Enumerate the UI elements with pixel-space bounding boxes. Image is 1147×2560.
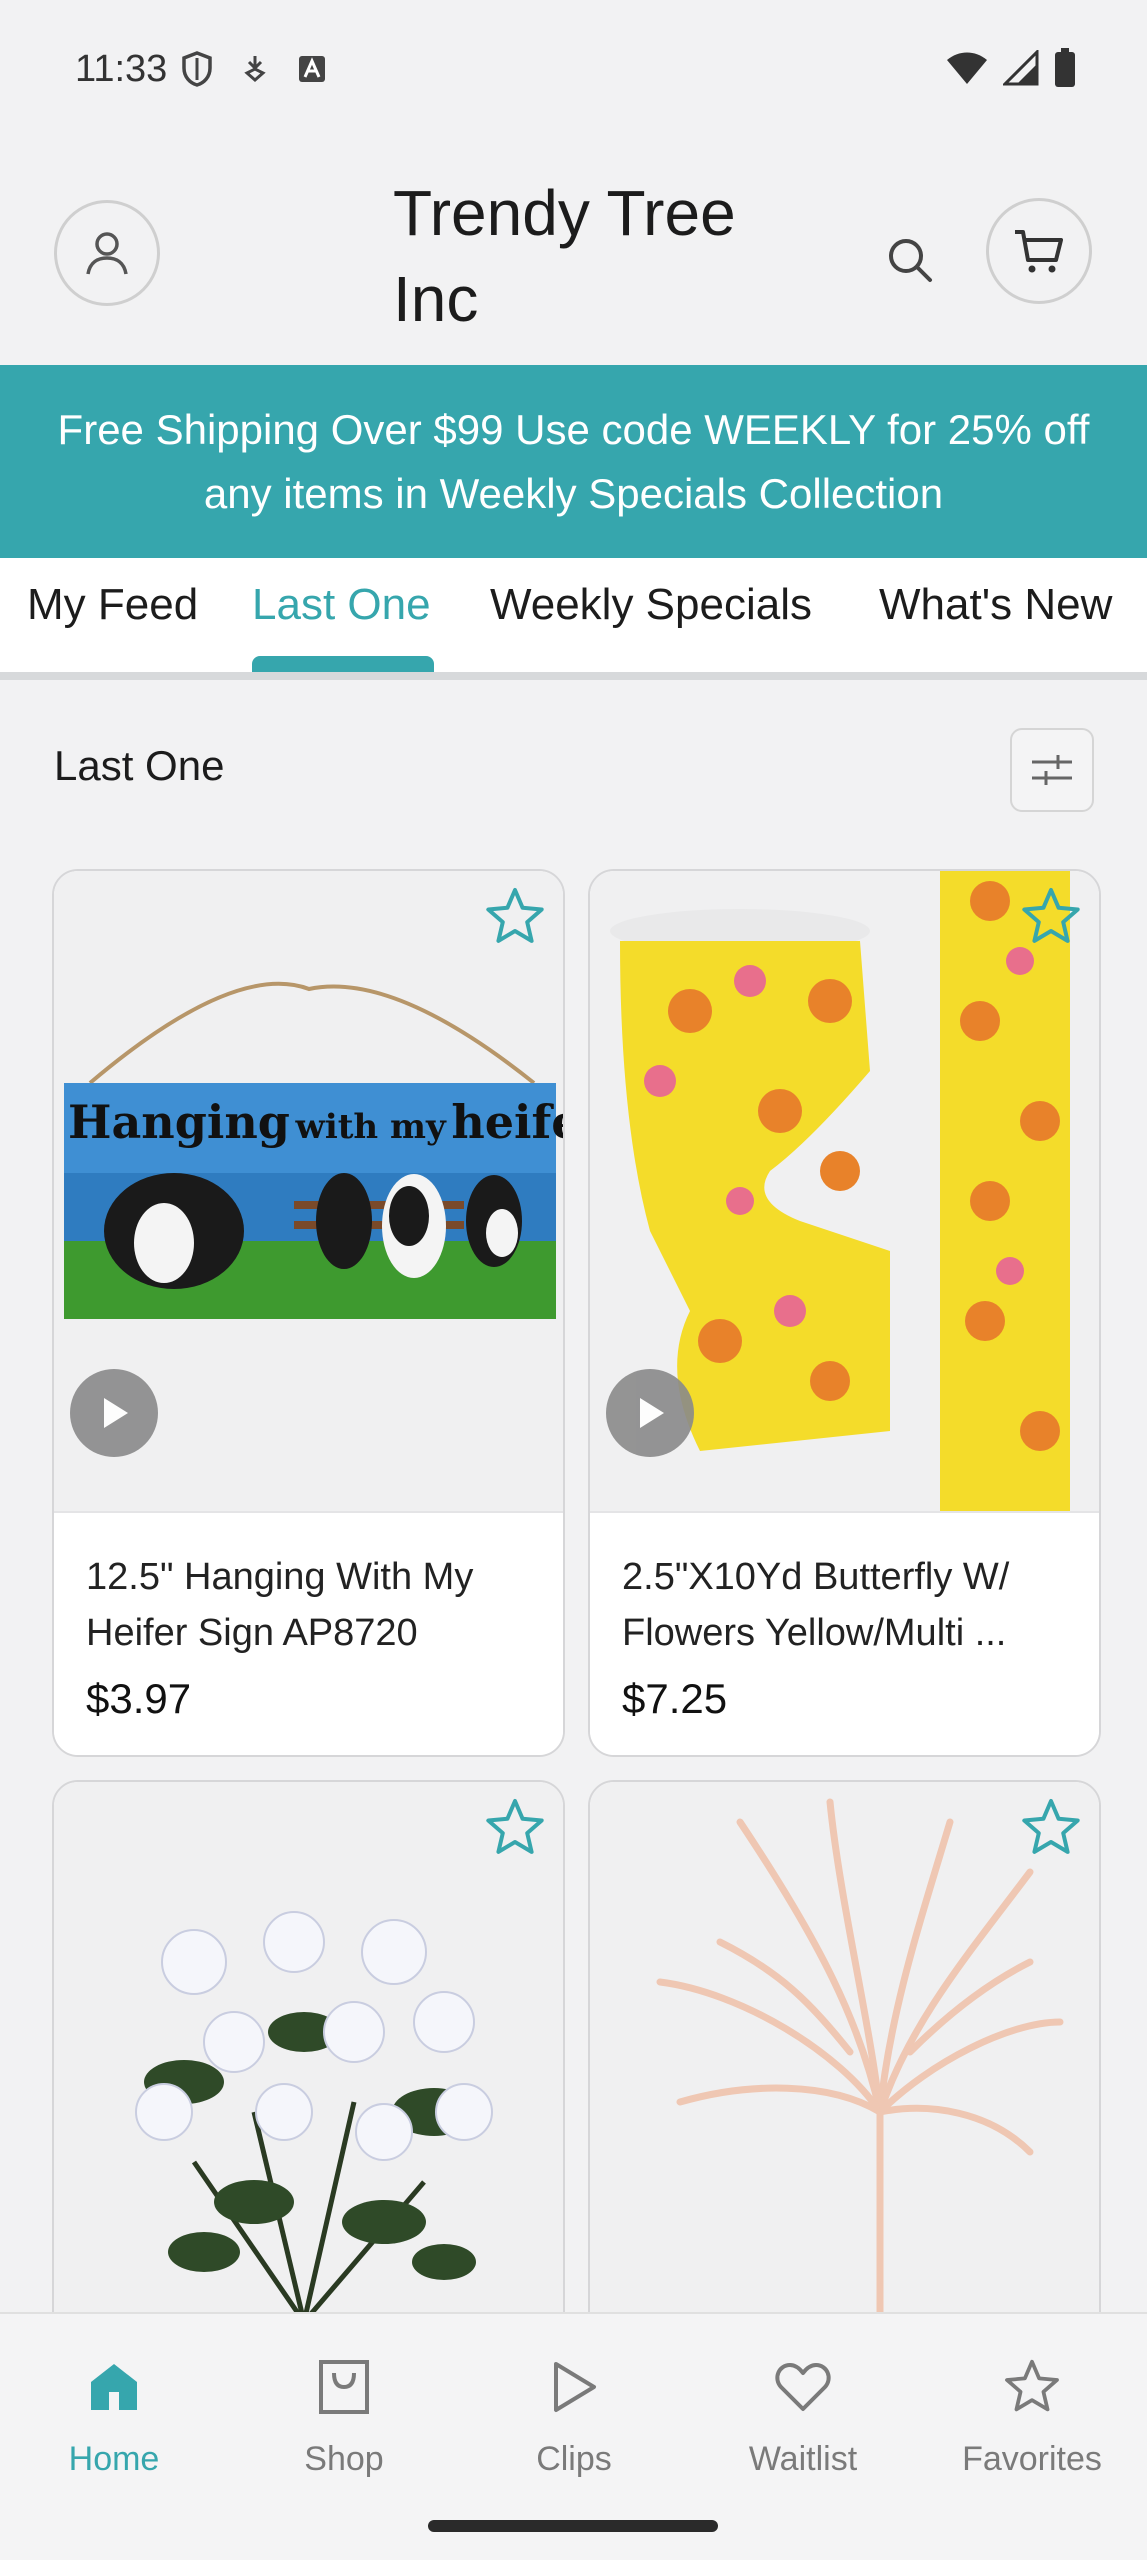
category-tabs: My Feed Last One Weekly Specials What's … xyxy=(0,558,1147,680)
active-tab-indicator xyxy=(252,656,434,672)
product-price: $3.97 xyxy=(86,1675,192,1722)
play-icon xyxy=(640,1398,664,1428)
product-info[interactable]: 2.5"X10Yd Butterfly W/ Flowers Yellow/Mu… xyxy=(590,1511,1099,1755)
product-image[interactable]: Hanging with my heifers xyxy=(54,871,563,1511)
tab-last-one[interactable]: Last One xyxy=(252,580,431,630)
favorite-star-icon[interactable] xyxy=(483,885,547,949)
account-button[interactable] xyxy=(54,200,160,306)
battery-icon xyxy=(1055,48,1075,87)
product-price: $7.25 xyxy=(622,1675,728,1722)
nav-waitlist-label: Waitlist xyxy=(748,2440,858,2478)
product-name: 12.5" Hanging With My Heifer Sign AP8720 xyxy=(86,1556,474,1654)
product-image[interactable] xyxy=(590,871,1099,1511)
nav-shop[interactable]: Shop xyxy=(244,2354,444,2479)
favorite-star-icon[interactable] xyxy=(1019,885,1083,949)
nav-waitlist[interactable]: Waitlist xyxy=(703,2354,903,2479)
product-image[interactable] xyxy=(590,1782,1099,2378)
favorite-star-icon[interactable] xyxy=(1019,1796,1083,1860)
product-card[interactable] xyxy=(588,1780,1101,2380)
product-info[interactable]: 12.5" Hanging With My Heifer Sign AP8720… xyxy=(54,1511,563,1755)
product-card[interactable]: 2.5"X10Yd Butterfly W/ Flowers Yellow/Mu… xyxy=(588,869,1101,1757)
nav-favorites[interactable]: Favorites xyxy=(932,2354,1132,2479)
sliders-icon xyxy=(1032,755,1072,785)
nav-home-label: Home xyxy=(68,2440,160,2478)
tab-whats-new[interactable]: What's New xyxy=(879,580,1112,630)
product-card[interactable]: Hanging with my heifers 12.5" Hanging Wi… xyxy=(52,869,565,1757)
nav-clips[interactable]: Clips xyxy=(474,2354,674,2479)
product-name: 2.5"X10Yd Butterfly W/ Flowers Yellow/Mu… xyxy=(622,1556,1010,1654)
nav-clips-label: Clips xyxy=(536,2440,612,2478)
filter-button[interactable] xyxy=(1010,728,1094,812)
favorite-star-icon[interactable] xyxy=(483,1796,547,1860)
bag-icon xyxy=(319,2360,369,2414)
flower-bush-image xyxy=(135,1911,493,2324)
product-image[interactable] xyxy=(54,1782,563,2378)
sign-text: Hanging with my heifers xyxy=(68,1095,563,1149)
nav-shop-label: Shop xyxy=(304,2440,384,2478)
home-icon xyxy=(91,2364,137,2410)
app-header: Trendy Tree Inc xyxy=(0,140,1147,365)
tab-my-feed[interactable]: My Feed xyxy=(27,580,198,630)
shield-icon xyxy=(182,51,212,87)
tab-weekly-specials[interactable]: Weekly Specials xyxy=(490,580,812,630)
nav-favorites-label: Favorites xyxy=(962,2440,1102,2478)
search-button[interactable] xyxy=(870,220,950,300)
promo-banner[interactable]: Free Shipping Over $99 Use code WEEKLY f… xyxy=(0,365,1147,558)
play-icon xyxy=(104,1398,128,1428)
sign-word-2: with my xyxy=(295,1107,446,1147)
status-bar: 11:33 xyxy=(0,0,1147,140)
sign-word-1: Hanging xyxy=(68,1095,290,1149)
search-icon xyxy=(889,239,932,282)
section-title: Last One xyxy=(54,742,225,789)
play-video-button[interactable] xyxy=(606,1369,694,1457)
account-icon xyxy=(86,232,128,275)
signal-icon xyxy=(1003,50,1039,86)
status-icons-left xyxy=(180,50,328,88)
heart-icon xyxy=(775,2363,831,2411)
play-video-button[interactable] xyxy=(70,1369,158,1457)
status-icons-right xyxy=(945,48,1077,88)
cart-icon xyxy=(1015,230,1063,273)
cart-button[interactable] xyxy=(986,198,1092,304)
download-badge-icon xyxy=(244,56,266,82)
nav-home[interactable]: Home xyxy=(14,2354,214,2479)
home-gesture-bar[interactable] xyxy=(428,2520,718,2532)
sign-word-3: heifers xyxy=(451,1095,563,1149)
a-badge-icon xyxy=(299,56,325,82)
play-icon xyxy=(554,2362,596,2412)
brand-title: Trendy Tree Inc xyxy=(393,177,736,335)
grass-spray-image xyxy=(656,1798,1064,2346)
product-card[interactable] xyxy=(52,1780,565,2380)
star-icon xyxy=(1005,2359,1059,2412)
status-time: 11:33 xyxy=(75,48,168,90)
promo-text: Free Shipping Over $99 Use code WEEKLY f… xyxy=(57,405,1090,517)
wifi-icon xyxy=(947,52,987,84)
